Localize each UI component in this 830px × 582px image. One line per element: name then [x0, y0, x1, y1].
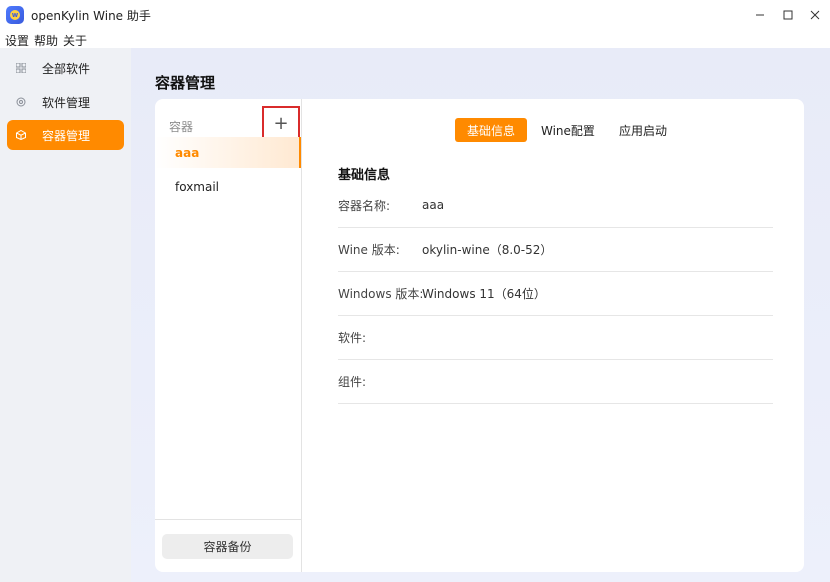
menu-help[interactable]: 帮助 [34, 32, 58, 49]
menu-settings[interactable]: 设置 [5, 32, 29, 49]
sidebar-item-all-software[interactable]: 全部软件 [7, 53, 124, 83]
grid-icon [16, 63, 30, 73]
title-bar: w openKylin Wine 助手 [0, 0, 830, 30]
container-name: foxmail [175, 179, 220, 194]
minimize-icon [756, 14, 764, 16]
info-label: Windows 版本: [338, 286, 424, 301]
minimize-button[interactable] [749, 4, 771, 26]
info-label: Wine 版本: [338, 242, 400, 257]
info-row-software: 软件: [338, 315, 773, 360]
tab-app-launch[interactable]: 应用启动 [607, 118, 679, 142]
container-list-header: 容器 [169, 120, 194, 134]
page-title: 容器管理 [155, 74, 216, 92]
container-list-panel: 容器 + aaa foxmail 容器备份 [155, 99, 302, 572]
info-value: okylin-wine（8.0-52） [422, 242, 553, 257]
sidebar-item-software-management[interactable]: 软件管理 [7, 87, 124, 117]
section-title: 基础信息 [338, 168, 391, 183]
container-card: 容器 + aaa foxmail 容器备份 基础信息 Wine配置 应用启动 基… [155, 99, 804, 572]
info-label: 组件: [338, 374, 367, 389]
info-value: Windows 11（64位） [422, 286, 546, 301]
app-logo-icon: w [6, 6, 24, 24]
container-item-aaa[interactable]: aaa [155, 137, 301, 168]
maximize-icon [783, 10, 793, 20]
sidebar-item-label: 软件管理 [42, 95, 91, 110]
window-title: openKylin Wine 助手 [31, 9, 151, 23]
sidebar-item-label: 全部软件 [42, 61, 91, 76]
info-label: 软件: [338, 330, 367, 345]
info-row-components: 组件: [338, 359, 773, 404]
container-name: aaa [175, 145, 200, 160]
tab-basic-info[interactable]: 基础信息 [455, 118, 528, 142]
info-row-container-name: 容器名称: aaa [338, 183, 773, 228]
close-icon [810, 10, 820, 20]
maximize-button[interactable] [777, 4, 799, 26]
sidebar: 全部软件 软件管理 容器管理 [0, 48, 131, 582]
add-container-button[interactable]: + [262, 106, 300, 140]
info-value: aaa [422, 198, 445, 212]
close-button[interactable] [804, 4, 826, 26]
menu-bar: 设置 帮助 关于 [0, 30, 830, 48]
menu-about[interactable]: 关于 [63, 32, 87, 49]
info-row-wine-version: Wine 版本: okylin-wine（8.0-52） [338, 227, 773, 272]
plus-icon: + [273, 112, 289, 134]
container-list-footer: 容器备份 [155, 519, 301, 572]
gear-icon [16, 97, 30, 107]
container-backup-button[interactable]: 容器备份 [162, 534, 293, 559]
sidebar-item-container-management[interactable]: 容器管理 [7, 120, 124, 150]
info-label: 容器名称: [338, 198, 391, 213]
info-row-windows-version: Windows 版本: Windows 11（64位） [338, 271, 773, 316]
sidebar-item-label: 容器管理 [42, 128, 91, 143]
tab-wine-config[interactable]: Wine配置 [529, 118, 607, 142]
container-item-foxmail[interactable]: foxmail [155, 171, 301, 202]
box-icon [16, 130, 30, 140]
